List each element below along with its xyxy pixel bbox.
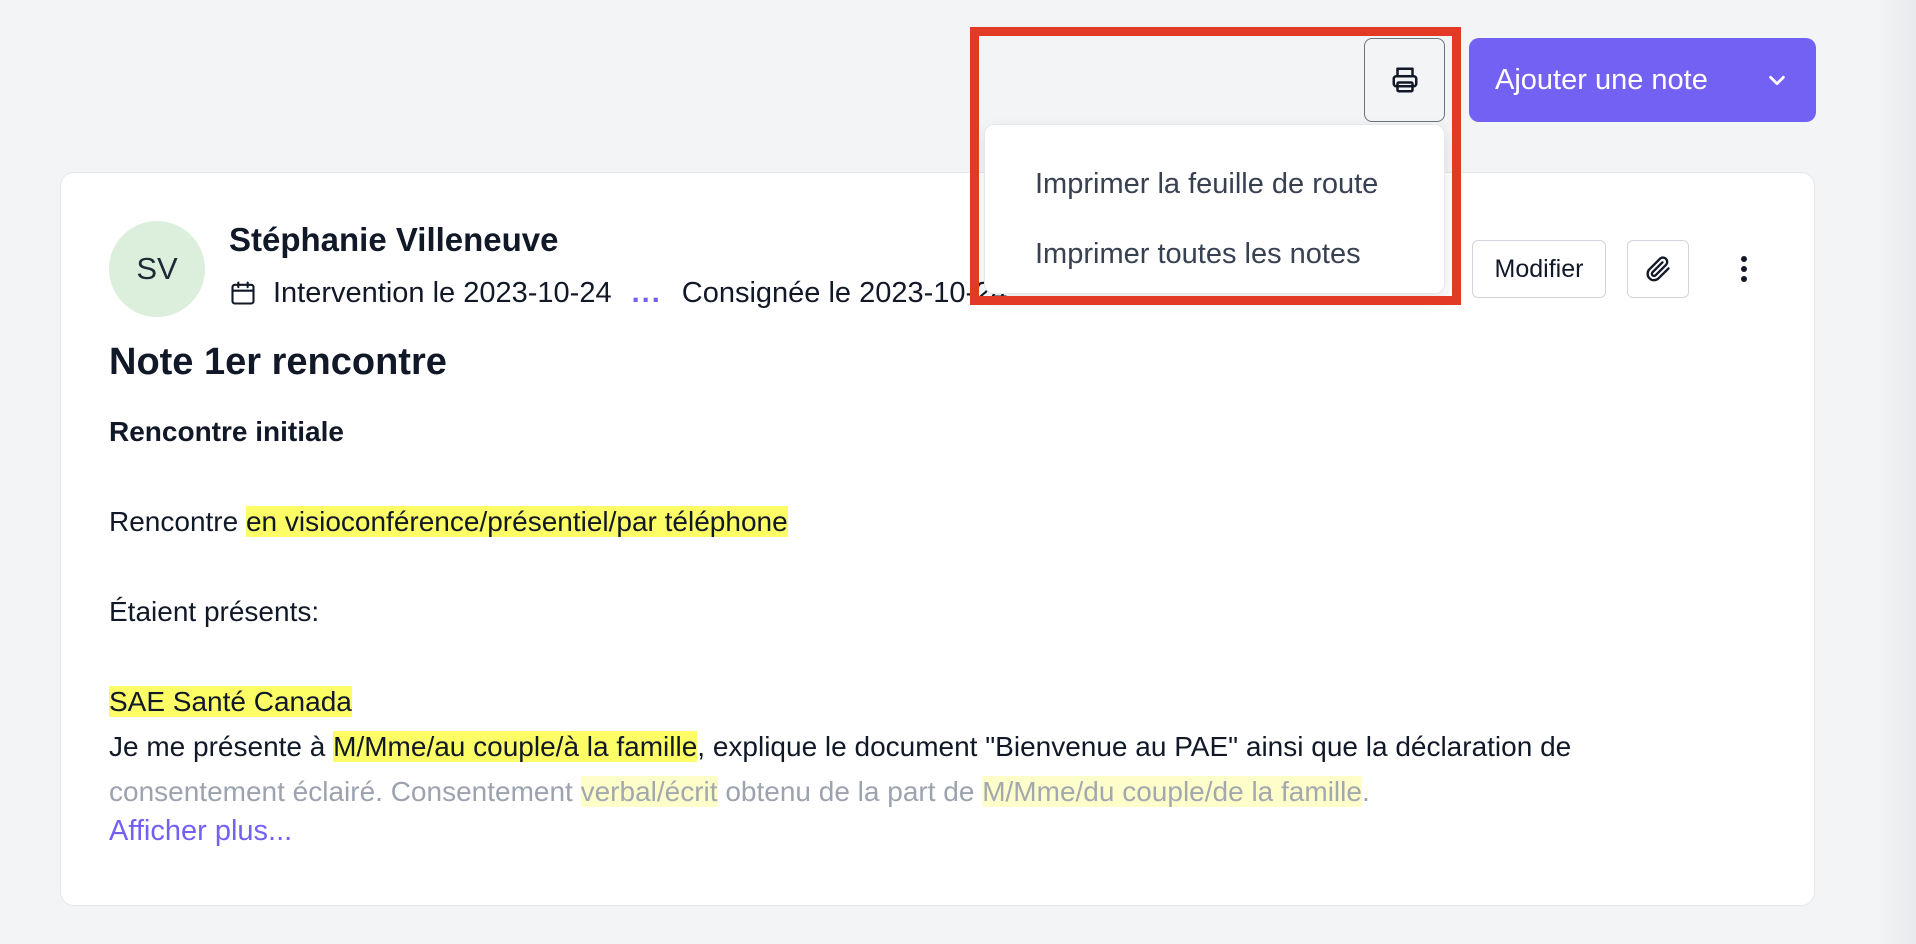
menu-item-print-roadmap[interactable]: Imprimer la feuille de route [985,149,1444,219]
meta-separator: ... [631,276,662,309]
calendar-icon [231,281,255,305]
printer-icon [1392,67,1417,93]
page-edge-shade [1876,0,1916,944]
highlight-org: SAE Santé Canada [109,686,352,717]
print-menu: Imprimer la feuille de route Imprimer to… [984,124,1445,294]
highlight-consent-type: verbal/écrit [580,776,718,807]
intro-line: Je me présente à M/Mme/au couple/à la fa… [109,731,1572,762]
kebab-menu-icon [1741,256,1747,282]
highlight-consent-from: M/Mme/du couple/de la famille [982,776,1362,807]
avatar: SV [109,221,205,317]
show-more-link[interactable]: Afficher plus... [109,815,292,848]
menu-item-print-all-notes[interactable]: Imprimer toutes les notes [985,219,1444,289]
more-options-button[interactable] [1729,245,1759,293]
note-card: SV Stéphanie Villeneuve Intervention le … [60,172,1815,906]
note-title: Note 1er rencontre [109,341,447,383]
print-button[interactable] [1364,38,1445,122]
author-name: Stéphanie Villeneuve [229,221,559,258]
paperclip-icon [1646,256,1670,282]
chevron-down-icon[interactable] [1766,69,1788,91]
consent-line: consentement éclairé. Consentement verba… [109,776,1370,807]
add-note-label: Ajouter une note [1495,63,1708,96]
note-body: Rencontre initiale Rencontre en visiocon… [109,409,1789,814]
highlight-meeting-mode: en visioconférence/présentiel/par téléph… [245,506,788,537]
intervention-date: Intervention le 2023-10-24 [273,276,612,309]
meeting-line: Rencontre en visioconférence/présentiel/… [109,506,788,537]
recorded-date: Consignée le 2023-10-24 [681,276,1008,309]
note-meta: Intervention le 2023-10-24 ... Consignée… [229,273,1049,313]
present-label: Étaient présents: [109,596,320,627]
org-line: SAE Santé Canada [109,679,1789,724]
add-note-button[interactable]: Ajouter une note [1469,38,1816,122]
attach-button[interactable] [1627,240,1689,298]
body-heading: Rencontre initiale [109,416,344,447]
modify-button[interactable]: Modifier [1472,240,1606,298]
highlight-intro-target: M/Mme/au couple/à la famille [333,731,698,762]
